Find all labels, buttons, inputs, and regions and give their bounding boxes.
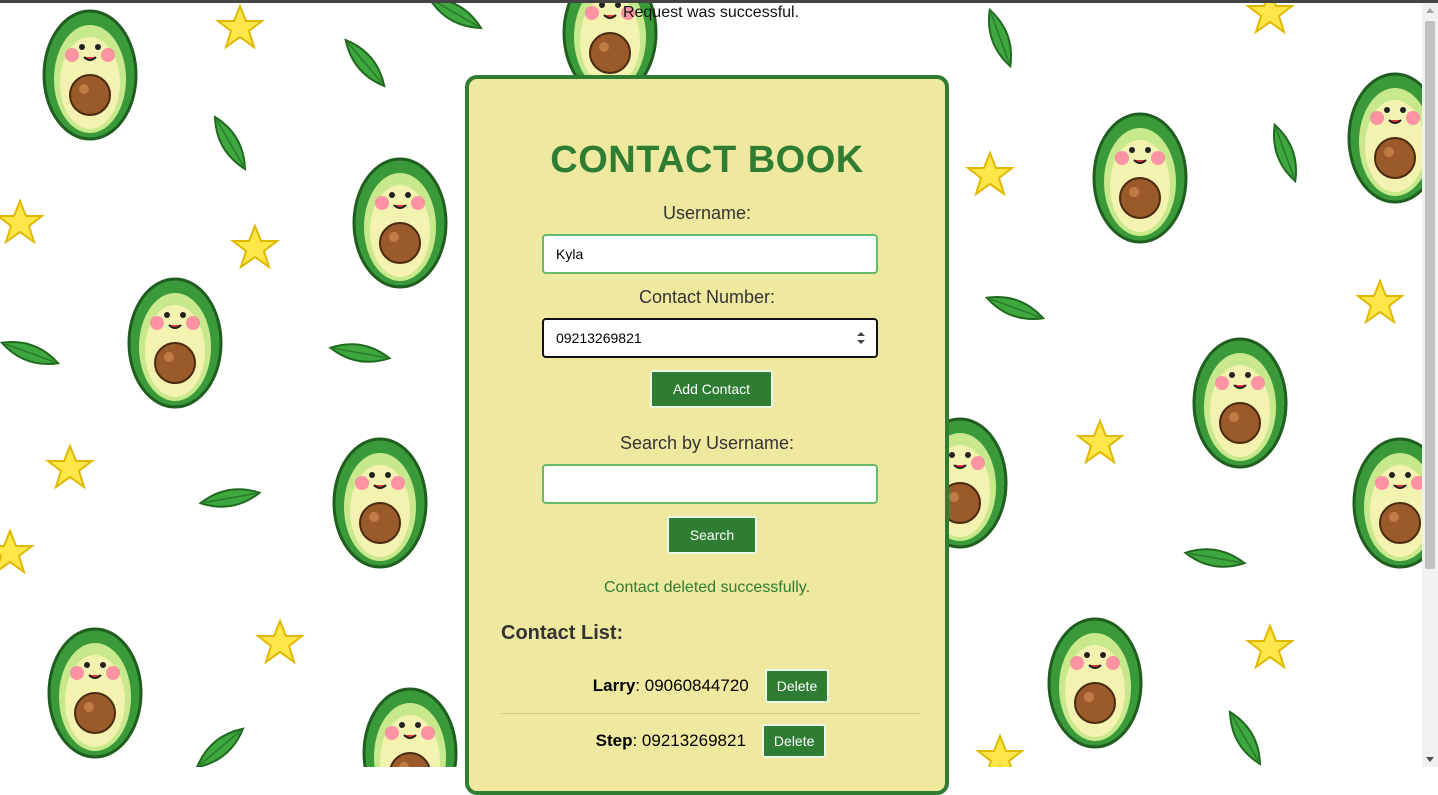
request-status-text: Request was successful. xyxy=(622,4,800,21)
search-label: Search by Username: xyxy=(619,433,795,453)
contact-entry: Step: 09213269821 xyxy=(595,731,746,750)
contact-number-value: 09213269821 xyxy=(556,330,642,346)
contact-name: Larry xyxy=(592,676,636,695)
page-title: CONTACT BOOK xyxy=(550,139,864,181)
search-input[interactable] xyxy=(542,464,878,504)
scroll-down-icon[interactable] xyxy=(1426,757,1434,762)
delete-button[interactable]: Delete xyxy=(761,724,827,758)
add-contact-button[interactable]: Add Contact xyxy=(650,370,773,408)
username-label: Username: xyxy=(662,203,752,223)
scrollbar-thumb[interactable] xyxy=(1425,21,1435,569)
contact-list-title: Contact List: xyxy=(501,622,624,644)
contact-row: Step: 09213269821 Delete xyxy=(501,714,921,768)
delete-success-message: Contact deleted successfully. xyxy=(603,579,811,596)
contact-entry: Larry: 09060844720 xyxy=(592,676,749,695)
username-input[interactable]: Kyla xyxy=(542,234,878,274)
number-spinner-icon[interactable] xyxy=(856,331,866,345)
contact-book-card: CONTACT BOOK Username: Kyla Contact Numb… xyxy=(465,75,949,795)
contact-number: 09060844720 xyxy=(644,676,749,695)
contact-row: Larry: 09060844720 Delete xyxy=(501,659,921,713)
contact-number-label: Contact Number: xyxy=(638,287,776,307)
contact-name: Step xyxy=(595,731,633,750)
search-button[interactable]: Search xyxy=(667,516,757,554)
contact-number: 09213269821 xyxy=(641,731,746,750)
scroll-up-icon[interactable] xyxy=(1426,8,1434,13)
contact-number-input[interactable]: 09213269821 xyxy=(542,318,878,358)
delete-button[interactable]: Delete xyxy=(764,669,830,703)
page-scrollbar[interactable] xyxy=(1422,3,1438,767)
